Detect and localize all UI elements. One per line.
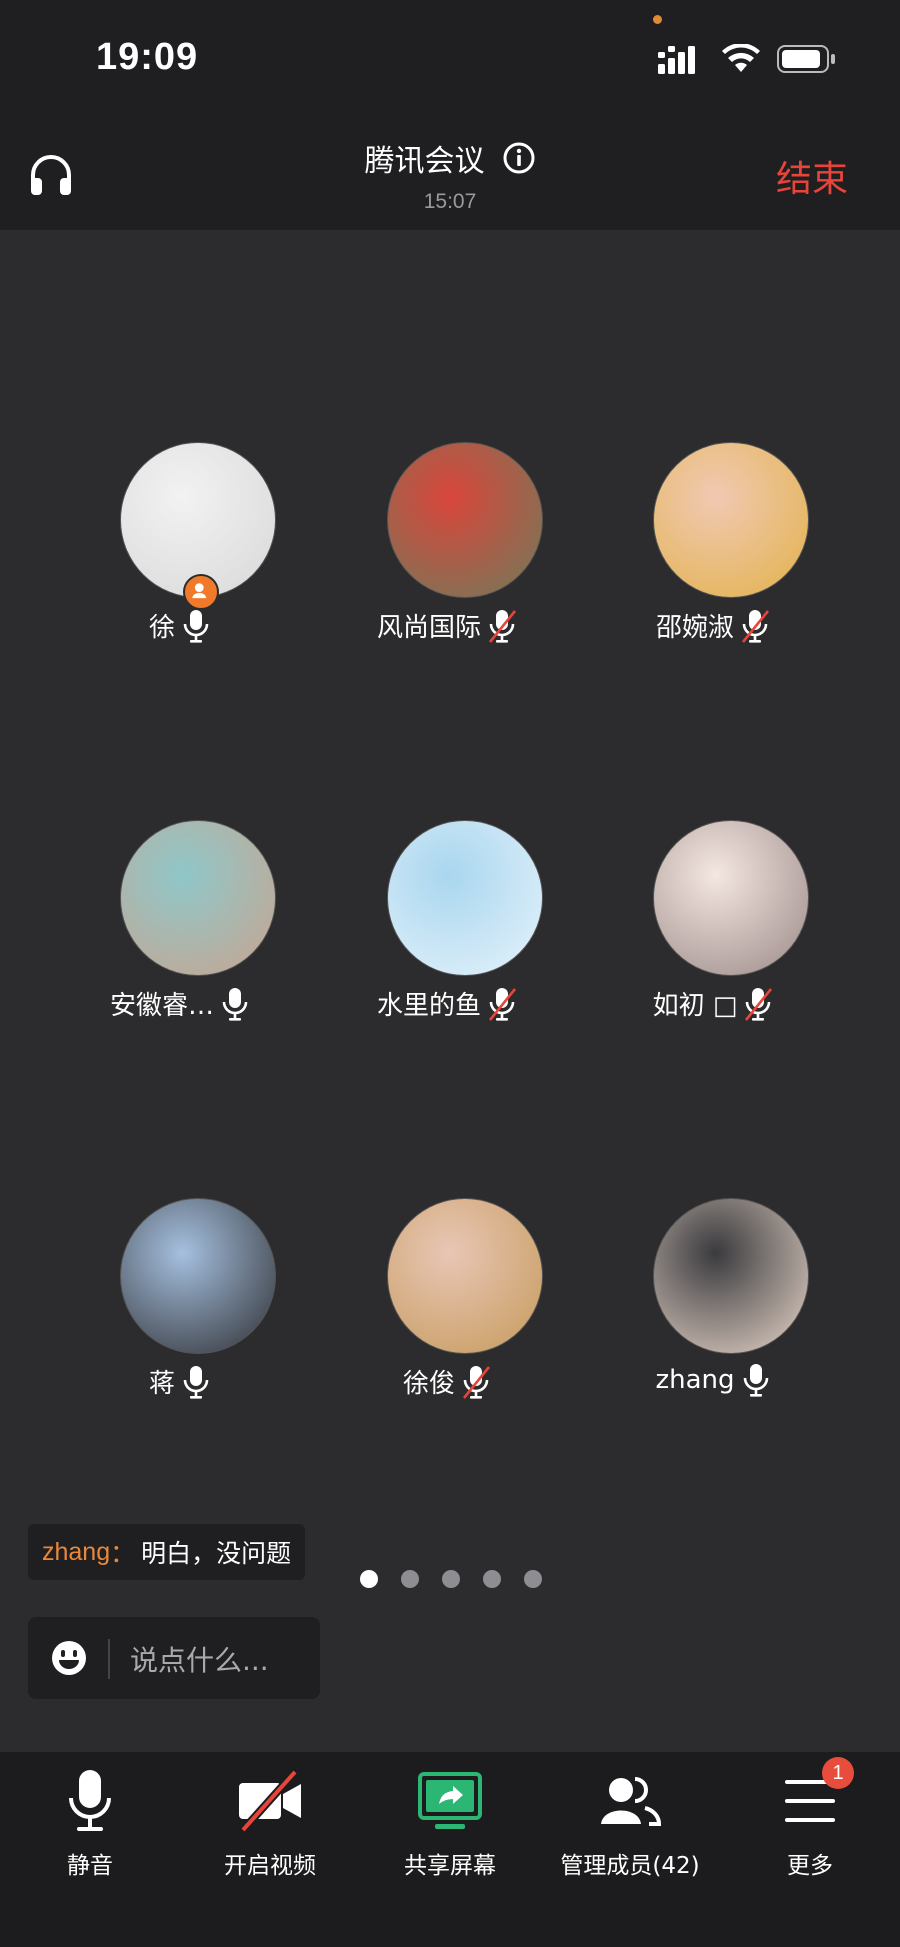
battery-icon: [777, 45, 835, 73]
page-indicator[interactable]: [360, 1570, 542, 1588]
host-icon: [192, 583, 207, 599]
mic-muted-icon: [745, 987, 773, 1021]
meeting-title-area[interactable]: 腾讯会议: [0, 136, 900, 180]
mute-label: 静音: [67, 1853, 113, 1879]
page-dot[interactable]: [401, 1570, 419, 1588]
more-notification-badge: 1: [822, 1757, 854, 1789]
wifi-icon: [722, 44, 760, 72]
microphone-icon: [69, 1770, 111, 1831]
status-time: 19:09: [96, 36, 199, 78]
participant-name-row: 邵婉淑: [578, 607, 848, 647]
mic-muted-icon: [462, 1365, 491, 1399]
mic-muted-icon: [488, 609, 517, 643]
participant-name-row: 安徽睿…: [45, 985, 315, 1025]
participant-name: 安徽睿…: [109, 991, 214, 1021]
meeting-title: 腾讯会议: [364, 144, 485, 179]
participant-name: 水里的鱼: [376, 991, 481, 1021]
chat-input-divider: [108, 1639, 110, 1679]
participant-avatar[interactable]: [120, 1198, 276, 1354]
chat-sender: zhang: [42, 1537, 111, 1566]
participant-name-row: 风尚国际: [312, 607, 582, 647]
members-icon: [601, 1777, 662, 1826]
participant-name: 如初 □: [652, 991, 738, 1021]
page-dot[interactable]: [442, 1570, 460, 1588]
mic-icon: [743, 1364, 768, 1397]
mic-muted-icon: [741, 609, 770, 643]
page-dot[interactable]: [524, 1570, 542, 1588]
emoji-icon[interactable]: [50, 1639, 88, 1677]
cellular-signal-icon: [658, 46, 695, 74]
chat-placeholder: 说点什么...: [130, 1644, 269, 1677]
participant-avatar[interactable]: [120, 820, 276, 976]
participant-name: 蒋: [148, 1369, 175, 1399]
mic-muted-icon: [488, 987, 517, 1021]
manage-members-button[interactable]: 管理成员(42): [540, 1768, 720, 1880]
mic-icon: [183, 1365, 209, 1399]
participant-avatar[interactable]: [653, 442, 809, 598]
participant-name-row: 水里的鱼: [312, 985, 582, 1025]
participant-avatar[interactable]: [653, 820, 809, 976]
participant-avatar[interactable]: [387, 820, 543, 976]
mic-icon: [222, 987, 248, 1021]
participant-name: 徐: [148, 613, 175, 643]
host-badge: [183, 574, 219, 610]
chat-colon: ：: [110, 1539, 136, 1568]
more-button[interactable]: 更多: [720, 1768, 900, 1880]
participant-name: 徐俊: [402, 1369, 455, 1399]
page-dot[interactable]: [360, 1570, 378, 1588]
chat-message-text: 明白，没问题: [141, 1539, 292, 1568]
info-icon[interactable]: [502, 141, 536, 175]
chat-input[interactable]: 说点什么...: [28, 1617, 320, 1699]
chat-message-bubble[interactable]: zhang ： 明白，没问题: [28, 1524, 306, 1580]
more-label: 更多: [787, 1853, 833, 1879]
participant-avatar[interactable]: [387, 1198, 543, 1354]
meeting-duration: 15:07: [423, 190, 477, 213]
participant-avatar[interactable]: [387, 442, 543, 598]
mic-icon: [183, 609, 209, 643]
mute-button[interactable]: 静音: [0, 1768, 180, 1880]
share-screen-icon: [418, 1772, 482, 1829]
participant-name-row: 徐俊: [312, 1363, 582, 1403]
share-screen-label: 共享屏幕: [404, 1853, 496, 1879]
participant-name: zhang: [655, 1365, 735, 1395]
share-screen-button[interactable]: 共享屏幕: [360, 1768, 540, 1880]
participant-name: 邵婉淑: [655, 613, 734, 643]
start-video-button[interactable]: 开启视频: [180, 1768, 360, 1880]
privacy-dot-indicator: [653, 15, 662, 24]
participant-name-row: zhang: [578, 1363, 848, 1403]
participant-name-row: 徐: [45, 607, 315, 647]
manage-members-label: 管理成员(42): [560, 1853, 700, 1879]
participant-name: 风尚国际: [376, 613, 481, 643]
end-meeting-button[interactable]: 结束: [776, 150, 848, 202]
participant-avatar[interactable]: [653, 1198, 809, 1354]
participant-name-row: 如初 □: [578, 985, 848, 1025]
video-off-icon: [239, 1769, 301, 1833]
start-video-label: 开启视频: [224, 1853, 316, 1879]
page-dot[interactable]: [483, 1570, 501, 1588]
participant-name-row: 蒋: [45, 1363, 315, 1403]
